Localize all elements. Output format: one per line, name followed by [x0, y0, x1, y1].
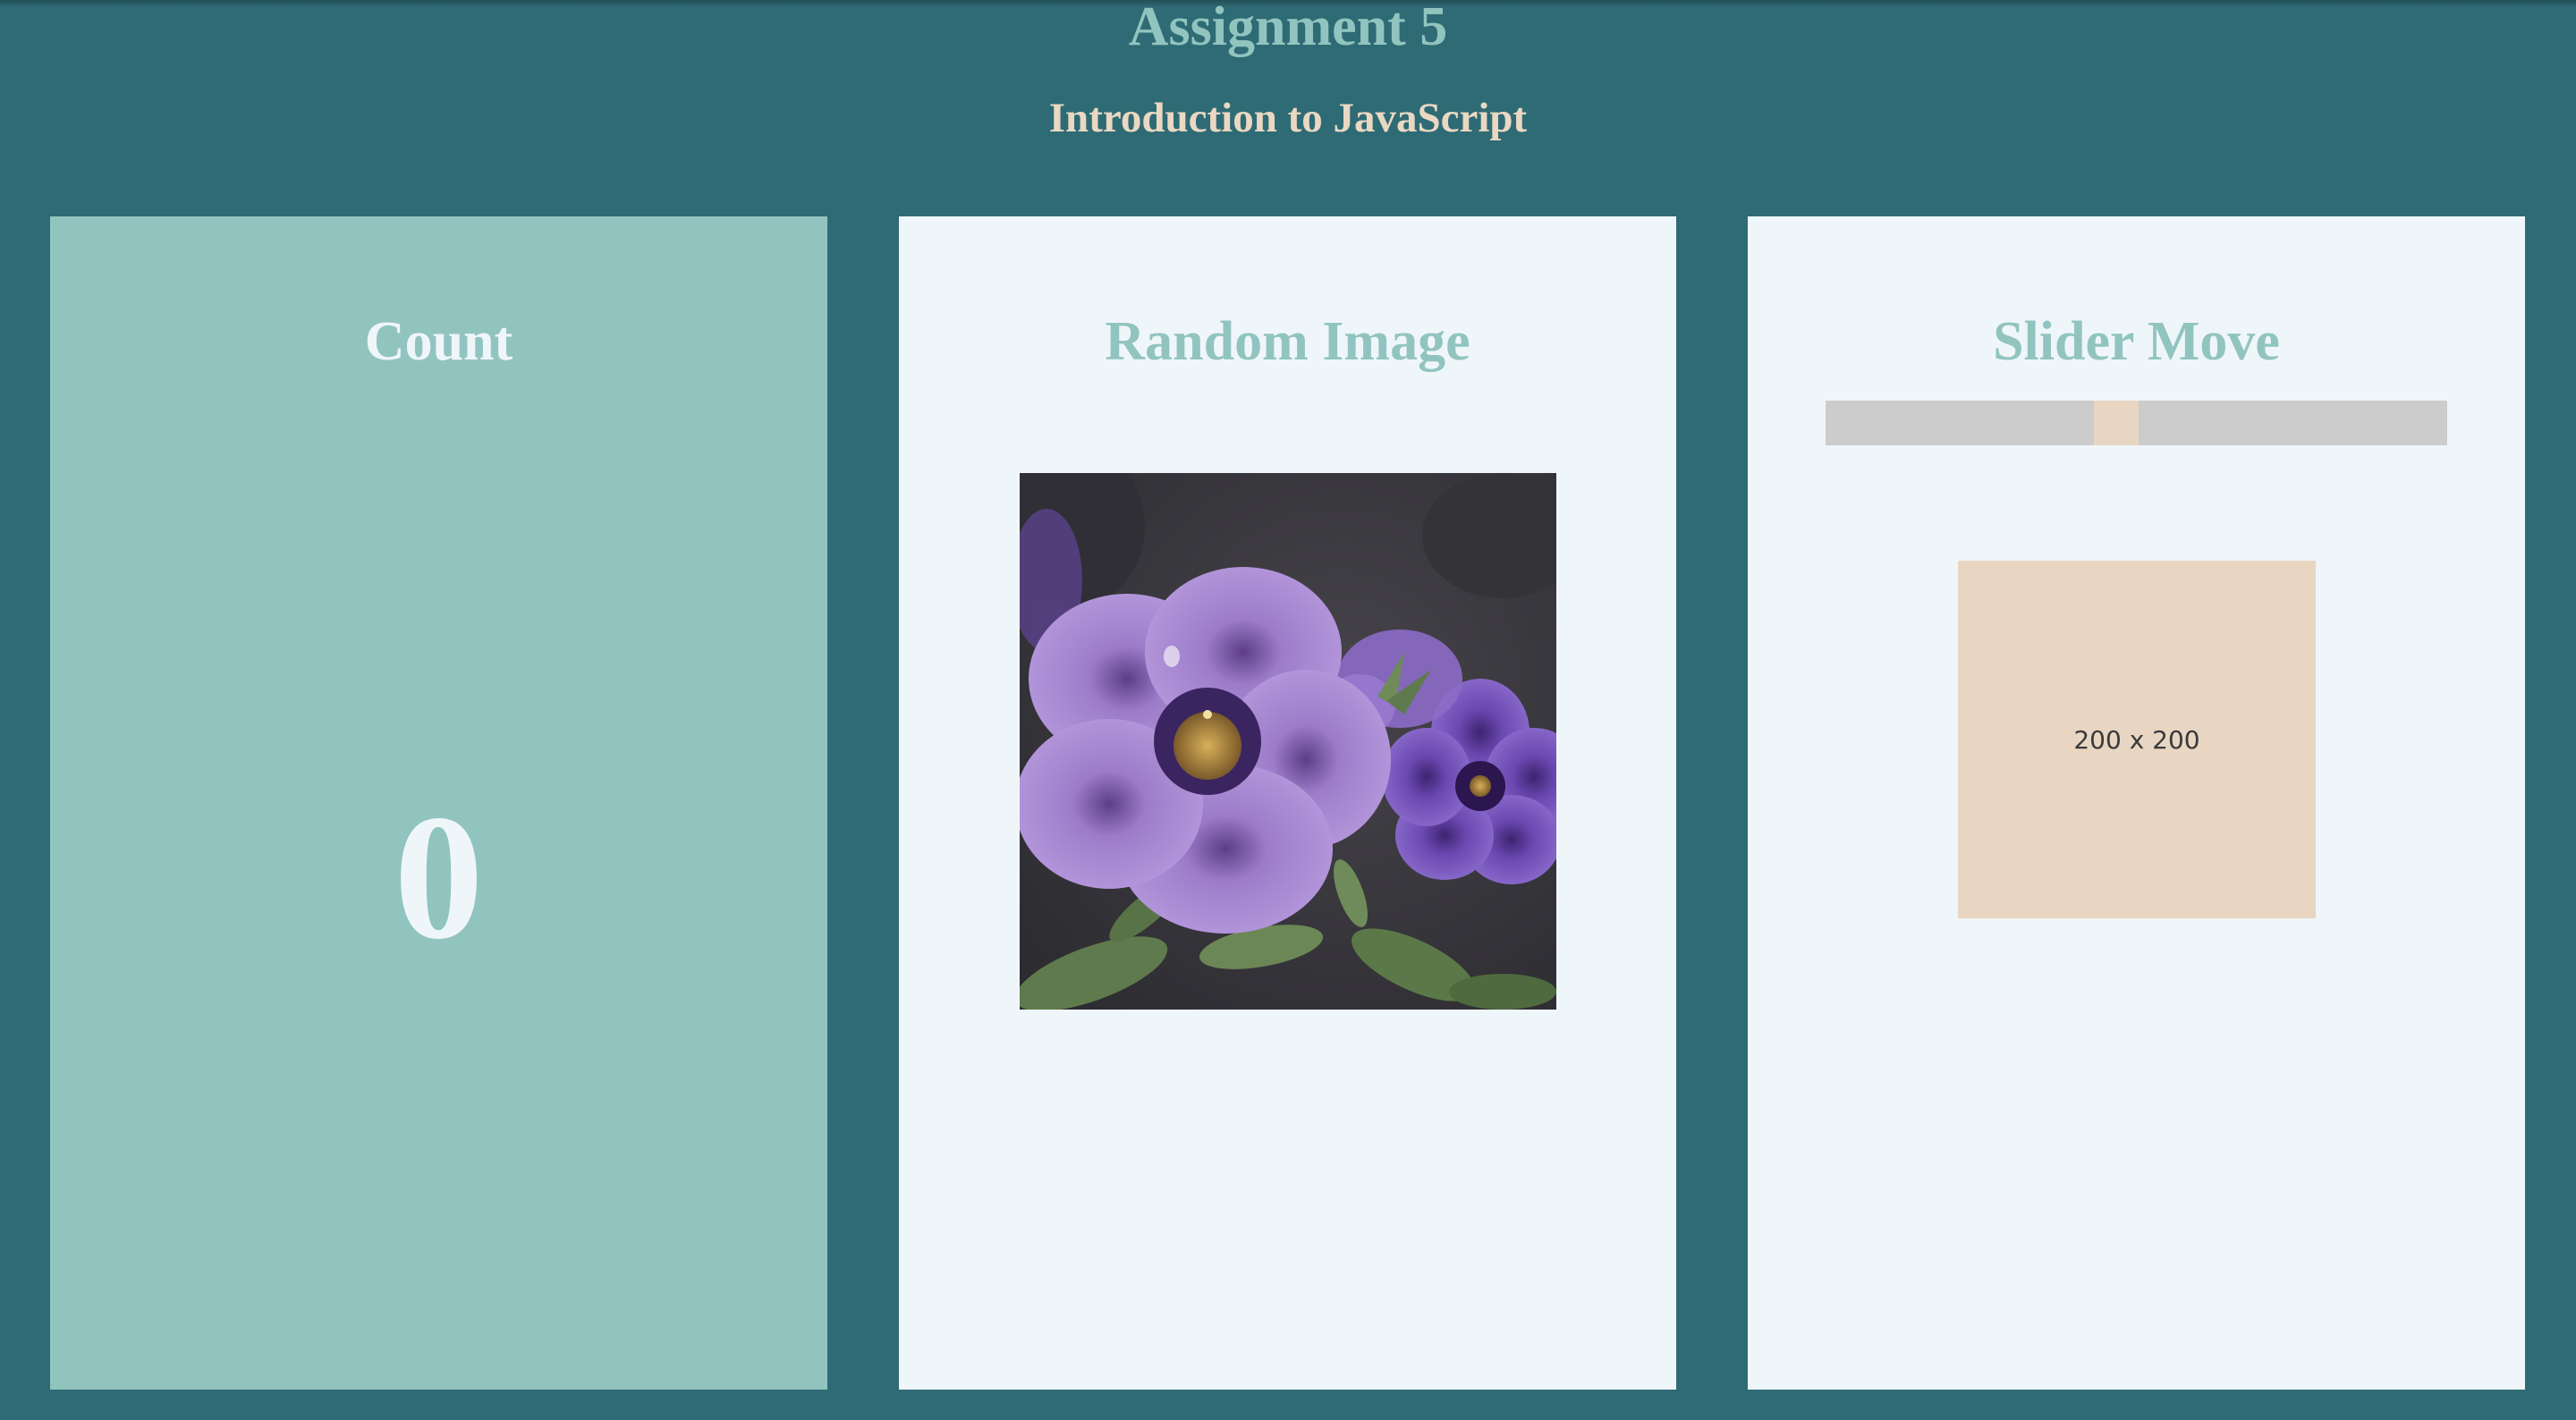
page-subtitle: Introduction to JavaScript [1048, 95, 1528, 141]
count-value: 0 [394, 779, 484, 976]
count-card[interactable]: Count 0 [50, 216, 827, 1390]
placeholder-size-label: 200 x 200 [2073, 724, 2200, 755]
flower-image [1020, 473, 1556, 1010]
random-image-heading: Random Image [1105, 311, 1470, 372]
random-image[interactable] [1020, 473, 1556, 1010]
random-image-card: Random Image [899, 216, 1676, 1390]
placeholder-image: 200 x 200 [1958, 561, 2316, 918]
slider-track[interactable] [1826, 401, 2447, 445]
count-heading: Count [364, 311, 513, 372]
slider-heading: Slider Move [1993, 311, 2280, 372]
slider-thumb[interactable] [2094, 401, 2139, 445]
slider-card: Slider Move 200 x 200 [1748, 216, 2525, 1390]
page-title: Assignment 5 [1128, 0, 1448, 57]
